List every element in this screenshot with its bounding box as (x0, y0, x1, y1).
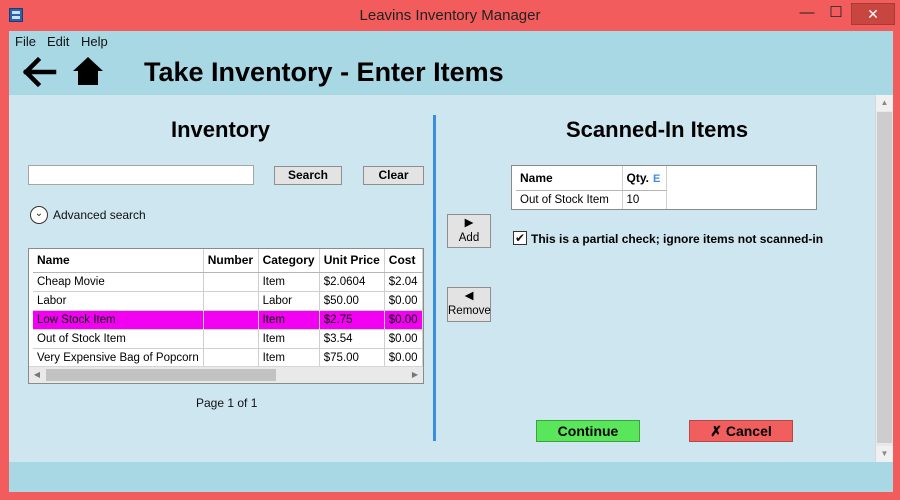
app-window: Leavins Inventory Manager — ☐ ✕ File Edi… (0, 0, 900, 500)
cell-cost: $0.00 (384, 310, 423, 330)
horizontal-scrollbar[interactable]: ◀ ▶ (29, 366, 423, 383)
column-header-number[interactable]: Number (203, 249, 259, 273)
cancel-button[interactable]: ✗ Cancel (689, 420, 793, 442)
advanced-search-toggle[interactable]: Advanced search (53, 208, 146, 222)
cell-number (203, 329, 259, 349)
table-row-highlighted[interactable]: Low Stock Item Item $2.75 $0.00 (33, 310, 423, 330)
main-content: Inventory Search Clear ⌄ Advanced search… (9, 95, 875, 462)
scroll-down-arrow-icon[interactable]: ▼ (876, 446, 893, 462)
add-button-label: Add (458, 232, 480, 244)
column-header-name[interactable]: Name (33, 249, 204, 273)
pagination-info: Page 1 of 1 (196, 396, 258, 410)
table-row[interactable]: Out of Stock Item Item $3.54 $0.00 (33, 329, 423, 349)
cell-number (203, 291, 259, 311)
clear-button[interactable]: Clear (363, 166, 424, 185)
scrollbar-thumb[interactable] (877, 112, 892, 443)
cell-cost: $0.00 (384, 291, 423, 311)
scanned-items-title: Scanned-In Items (566, 117, 749, 142)
cell-name: Out of Stock Item (33, 329, 204, 349)
close-button[interactable]: ✕ (851, 3, 895, 25)
scrollbar-thumb[interactable] (46, 369, 276, 381)
minimize-button[interactable]: — (793, 3, 821, 25)
search-button[interactable]: Search (274, 166, 342, 185)
back-arrow-icon[interactable] (21, 56, 57, 88)
cell-number (203, 310, 259, 330)
scroll-left-arrow-icon[interactable]: ◀ (29, 367, 45, 383)
cell-unit-price: $75.00 (319, 348, 385, 368)
menu-help[interactable]: Help (81, 34, 108, 49)
remove-button[interactable]: ◀ Remove (447, 287, 491, 322)
table-row[interactable]: Cheap Movie Item $2.0604 $2.04 (33, 272, 423, 292)
cell-unit-price: $3.54 (319, 329, 385, 349)
cell-unit-price: $2.0604 (319, 272, 385, 292)
maximize-button[interactable]: ☐ (823, 3, 849, 25)
cell-name: Cheap Movie (33, 272, 204, 292)
scroll-up-arrow-icon[interactable]: ▲ (876, 95, 893, 111)
play-left-icon: ◀ (464, 290, 474, 302)
cell-category: Item (258, 329, 320, 349)
cell-qty[interactable]: 10 (622, 190, 667, 209)
qty-edit-marker: E (652, 172, 661, 185)
search-input[interactable] (28, 165, 254, 185)
cell-number (203, 348, 259, 368)
continue-button[interactable]: Continue (536, 420, 640, 442)
cell-category: Item (258, 310, 320, 330)
cell-unit-price: $2.75 (319, 310, 385, 330)
cell-name: Labor (33, 291, 204, 311)
column-header-qty-label: Qty. (626, 170, 649, 185)
page-title: Take Inventory - Enter Items (144, 57, 504, 87)
column-header-unit-price[interactable]: Unit Price (319, 249, 385, 273)
table-row[interactable]: Out of Stock Item 10 (516, 190, 667, 209)
cell-cost: $0.00 (384, 348, 423, 368)
section-divider (433, 115, 436, 441)
menu-edit[interactable]: Edit (47, 34, 69, 49)
remove-button-label: Remove (448, 305, 491, 317)
vertical-scrollbar[interactable]: ▲ ▼ (875, 95, 893, 462)
title-bar[interactable]: Leavins Inventory Manager — ☐ ✕ (0, 0, 900, 31)
partial-check-checkbox[interactable]: ✔ (513, 231, 527, 245)
inventory-title: Inventory (171, 117, 271, 142)
cell-number (203, 272, 259, 292)
menu-file[interactable]: File (15, 34, 36, 49)
column-header-qty[interactable]: Qty. E (622, 166, 667, 191)
add-button[interactable]: ▶ Add (447, 214, 491, 248)
cell-cost: $2.04 (384, 272, 423, 292)
cell-category: Item (258, 348, 320, 368)
home-icon[interactable] (71, 55, 105, 87)
cell-category: Labor (258, 291, 320, 311)
column-header-name[interactable]: Name (516, 166, 623, 191)
play-right-icon: ▶ (464, 217, 474, 229)
cell-category: Item (258, 272, 320, 292)
chevron-down-icon[interactable]: ⌄ (30, 206, 48, 224)
table-row[interactable]: Labor Labor $50.00 $0.00 (33, 291, 423, 311)
inventory-table[interactable]: Name Number Category Unit Price Cost Che… (28, 248, 424, 384)
scroll-right-arrow-icon[interactable]: ▶ (407, 367, 423, 383)
cell-name: Very Expensive Bag of Popcorn (33, 348, 204, 368)
cell-name: Out of Stock Item (516, 190, 623, 209)
column-header-cost[interactable]: Cost (384, 249, 423, 273)
partial-check-label[interactable]: This is a partial check; ignore items no… (531, 232, 823, 246)
column-header-category[interactable]: Category (258, 249, 320, 273)
client-area: File Edit Help Take Inventory - Enter It… (9, 31, 893, 492)
table-row[interactable]: Very Expensive Bag of Popcorn Item $75.0… (33, 348, 423, 368)
scanned-items-table[interactable]: Name Qty. E Out of Stock Item 10 (511, 165, 817, 210)
cell-name: Low Stock Item (33, 310, 204, 330)
window-title: Leavins Inventory Manager (359, 7, 541, 24)
cell-cost: $0.00 (384, 329, 423, 349)
cell-unit-price: $50.00 (319, 291, 385, 311)
